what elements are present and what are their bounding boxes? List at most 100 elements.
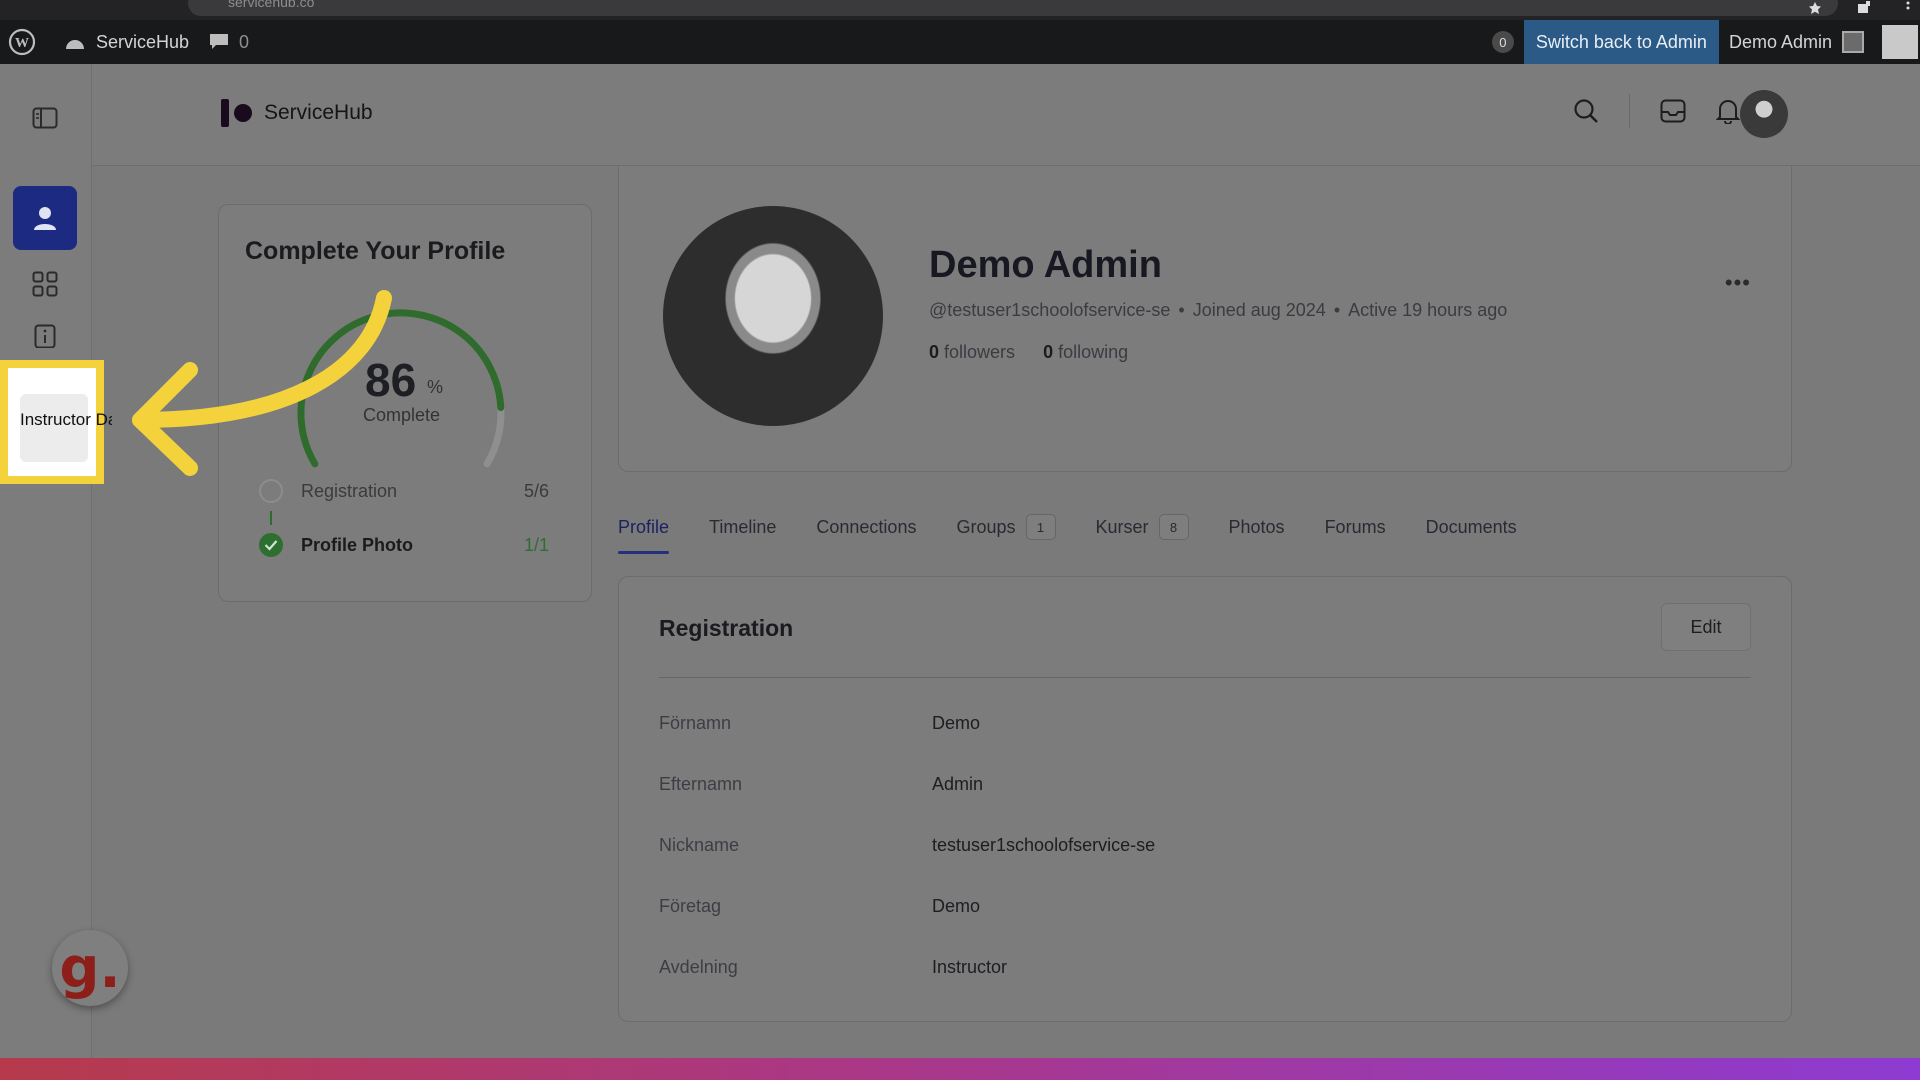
edit-button[interactable]: Edit <box>1661 603 1751 651</box>
step-label: Profile Photo <box>301 534 413 555</box>
tab-kurser[interactable]: Kurser 8 <box>1096 514 1189 554</box>
profile-header-card: Demo Admin @testuser1schoolofservice-se … <box>618 166 1792 472</box>
tab-label: Forums <box>1324 516 1386 537</box>
tab-label: Groups <box>956 516 1016 537</box>
step-count: 1/1 <box>523 534 549 555</box>
instructor-dashboard-highlight[interactable]: Instructor Dashboard <box>0 360 112 484</box>
left-sidebar <box>0 64 92 1060</box>
step-connector <box>270 511 272 525</box>
tab-documents[interactable]: Documents <box>1426 514 1517 554</box>
field-value: Demo <box>932 713 981 733</box>
site-header: ServiceHub <box>92 64 1920 166</box>
field-value: Admin <box>932 774 984 794</box>
check-circle-icon <box>259 533 283 557</box>
following-link[interactable]: 0 following <box>1043 342 1128 363</box>
tab-profile[interactable]: Profile <box>618 514 670 554</box>
tab-photos[interactable]: Photos <box>1229 514 1285 554</box>
updates-count-badge[interactable]: 0 <box>1491 31 1514 53</box>
browser-actions <box>1808 0 1910 16</box>
wp-admin-bar: W ServiceHub 0 0 Switch back to Admin De… <box>0 20 1920 64</box>
toggle-sidebar-button[interactable] <box>13 86 77 150</box>
followers-link[interactable]: 0 followers <box>929 342 1015 363</box>
tab-forums[interactable]: Forums <box>1325 514 1386 554</box>
comment-bubble-icon <box>210 34 229 49</box>
divider <box>659 677 1751 678</box>
sidebar-item-info[interactable] <box>13 316 77 356</box>
step-count: 5/6 <box>523 480 549 501</box>
wordpress-logo-icon[interactable]: W <box>0 20 44 64</box>
following-count: 0 <box>1043 342 1054 362</box>
field-row: Nickname testuser1schoolofservice-se <box>659 835 1155 856</box>
profile-joined: Joined aug 2024 <box>1192 300 1326 320</box>
profile-handle: @testuser1schoolofservice-se <box>929 300 1171 320</box>
progress-percent-sign: % <box>427 377 444 397</box>
meta-separator: • <box>1333 300 1341 320</box>
user-icon <box>34 207 56 230</box>
bottom-gradient-bar <box>0 1058 1920 1080</box>
dashboard-gauge-icon <box>66 40 84 49</box>
profile-name: Demo Admin <box>929 244 1162 286</box>
sidebar-item-profile[interactable] <box>13 186 77 250</box>
instructor-dashboard-label: Instructor Dashboard <box>20 410 112 429</box>
admin-bar-box[interactable] <box>1882 25 1918 59</box>
header-separator <box>1629 94 1630 128</box>
registration-title: Registration <box>659 615 794 641</box>
tab-label: Kurser <box>1095 516 1149 537</box>
tab-timeline[interactable]: Timeline <box>709 514 776 554</box>
tab-label: Photos <box>1228 516 1285 537</box>
site-name-link[interactable]: ServiceHub <box>44 20 197 64</box>
tab-connections[interactable]: Connections <box>816 514 916 554</box>
site-name: ServiceHub <box>96 31 190 52</box>
sidebar-toggle-icon <box>32 107 58 129</box>
guidde-widget-button[interactable]: g. <box>52 930 128 1006</box>
servicehub-logo-icon <box>221 99 252 127</box>
registration-card: Registration Edit Förnamn Demo Efternamn A… <box>618 576 1792 1022</box>
field-value: testuser1schoolofservice-se <box>932 835 1156 855</box>
tab-label: Documents <box>1425 516 1517 537</box>
field-row: Företag Demo <box>659 896 980 917</box>
profile-tabs: Profile Timeline Connections Groups 1 Kur… <box>618 514 1517 554</box>
field-row: Efternamn Admin <box>659 774 983 795</box>
field-row: Förnamn Demo <box>659 713 980 734</box>
sidebar-item-apps[interactable] <box>13 252 77 316</box>
field-label: Företag <box>659 896 722 916</box>
tab-count-badge: 1 <box>1025 514 1056 540</box>
notification-bell-icon[interactable] <box>1716 98 1740 124</box>
tab-label: Connections <box>816 516 917 537</box>
profile-active: Active 19 hours ago <box>1348 300 1508 320</box>
tab-groups[interactable]: Groups 1 <box>956 514 1056 554</box>
admin-user-menu[interactable]: Demo Admin <box>1719 31 1874 53</box>
profile-avatar[interactable] <box>663 206 883 426</box>
info-document-icon <box>34 324 56 348</box>
tab-label: Profile <box>618 516 670 537</box>
inbox-icon[interactable] <box>1660 99 1686 123</box>
admin-user-name: Demo Admin <box>1728 31 1832 52</box>
switch-back-to-admin-link[interactable]: Switch back to Admin <box>1523 20 1719 64</box>
address-bar[interactable] <box>188 0 1838 16</box>
comments-count: 0 <box>239 31 250 52</box>
followers-count: 0 <box>929 342 940 362</box>
header-actions <box>1573 94 1740 128</box>
following-label: following <box>1058 342 1129 362</box>
admin-user-avatar <box>1842 31 1864 53</box>
comments-link[interactable]: 0 <box>197 20 257 64</box>
followers-label: followers <box>944 342 1016 362</box>
field-label: Avdelning <box>659 957 738 977</box>
tutorial-arrow-icon <box>132 290 392 476</box>
header-user-avatar[interactable] <box>1740 90 1788 138</box>
field-value: Instructor <box>932 957 1008 977</box>
profile-meta: @testuser1schoolofservice-se • Joined au… <box>929 300 1507 321</box>
complete-profile-title: Complete Your Profile <box>245 237 506 265</box>
search-icon[interactable] <box>1573 98 1599 124</box>
tab-count-badge: 8 <box>1158 514 1189 540</box>
grid-icon <box>32 271 58 297</box>
step-profile-photo[interactable]: Profile Photo 1/1 <box>259 533 549 557</box>
bookmark-star-icon[interactable] <box>1808 1 1822 15</box>
field-label: Efternamn <box>659 774 743 794</box>
browser-menu-icon[interactable] <box>1906 1 1910 15</box>
more-options-button[interactable]: ••• <box>1725 270 1751 296</box>
browser-toolbar: servicehub.co <box>0 0 1920 20</box>
field-label: Förnamn <box>659 713 732 733</box>
extensions-icon[interactable] <box>1856 1 1872 15</box>
site-logo[interactable]: ServiceHub <box>220 98 373 128</box>
